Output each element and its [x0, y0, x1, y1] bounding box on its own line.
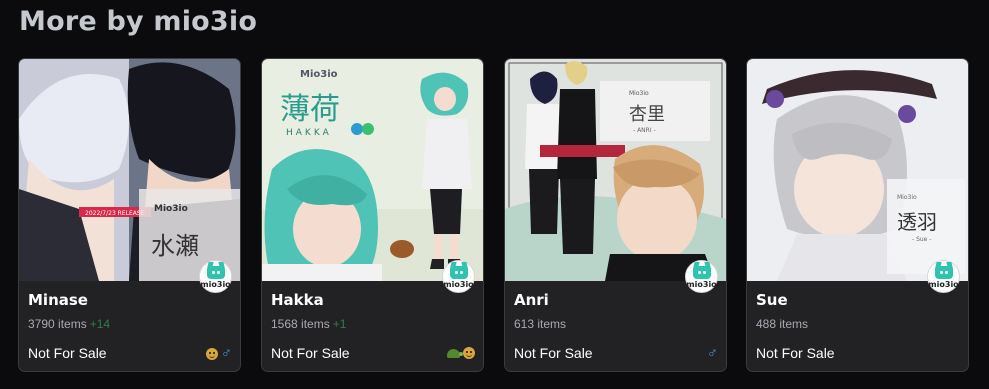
creator-logo-icon[interactable]: mio3io [927, 260, 960, 293]
svg-text:Mio3io: Mio3io [300, 69, 338, 80]
svg-text:Mio3io: Mio3io [154, 204, 188, 214]
creator-logo-icon[interactable]: mio3io [685, 260, 718, 293]
sale-status: Not For Sale [756, 345, 835, 361]
avatar-card-anri[interactable]: Mio3io 杏里 - ANRI - mio3io Anri 613 items… [504, 58, 727, 372]
item-count: 1568 items +1 [271, 317, 347, 331]
svg-text:Mio3io: Mio3io [629, 90, 649, 97]
sale-status: Not For Sale [28, 345, 107, 361]
item-count: 613 items [514, 317, 567, 331]
svg-text:Mio3io: Mio3io [897, 194, 917, 201]
male-icon: ♂ [706, 345, 718, 362]
svg-text:- Sue -: - Sue - [912, 236, 931, 243]
item-count-delta: +1 [332, 317, 347, 331]
card-tags: ♂ [205, 345, 232, 362]
turtle-icon [447, 348, 463, 358]
card-thumbnail[interactable]: Mio3io 透羽 - Sue - [747, 59, 968, 281]
card-name[interactable]: Hakka [271, 291, 324, 309]
section-title: More by mio3io [19, 6, 258, 37]
avatar-card-hakka[interactable]: Mio3io 薄荷 HAKKA mio3io Hakka 1568 items +… [261, 58, 484, 372]
thumb-title: 薄荷 [280, 92, 340, 127]
card-tags: ♂ [706, 345, 718, 362]
card-thumbnail[interactable]: Mio3io 杏里 - ANRI - [505, 59, 726, 281]
card-name[interactable]: Anri [514, 291, 549, 309]
card-name[interactable]: Minase [28, 291, 88, 309]
thumb-title: 水瀬 [151, 232, 199, 260]
thumb-banner: 2022/7/23 RELEASE [85, 210, 145, 217]
thumb-title: 杏里 [629, 104, 665, 125]
avatar-card-minase[interactable]: 2022/7/23 RELEASE Mio3io 水瀬 mio3io Minas… [18, 58, 241, 372]
card-tags [447, 347, 475, 359]
card-thumbnail[interactable]: Mio3io 薄荷 HAKKA [262, 59, 483, 281]
avatar-card-sue[interactable]: Mio3io 透羽 - Sue - mio3io Sue 488 items N… [746, 58, 969, 372]
smile-icon [463, 347, 475, 359]
thumb-title: 透羽 [897, 210, 937, 234]
sale-status: Not For Sale [514, 345, 593, 361]
item-count: 3790 items +14 [28, 317, 111, 331]
creator-logo-icon[interactable]: mio3io [442, 260, 475, 293]
card-name[interactable]: Sue [756, 291, 788, 309]
svg-text:- ANRI -: - ANRI - [633, 127, 656, 134]
card-thumbnail[interactable]: 2022/7/23 RELEASE Mio3io 水瀬 [19, 59, 240, 281]
smile-icon [205, 348, 218, 360]
svg-text:HAKKA: HAKKA [286, 128, 332, 138]
creator-logo-icon[interactable]: mio3io [199, 260, 232, 293]
male-icon: ♂ [220, 345, 232, 362]
sale-status: Not For Sale [271, 345, 350, 361]
item-count-delta: +14 [89, 317, 111, 331]
item-count: 488 items [756, 317, 809, 331]
